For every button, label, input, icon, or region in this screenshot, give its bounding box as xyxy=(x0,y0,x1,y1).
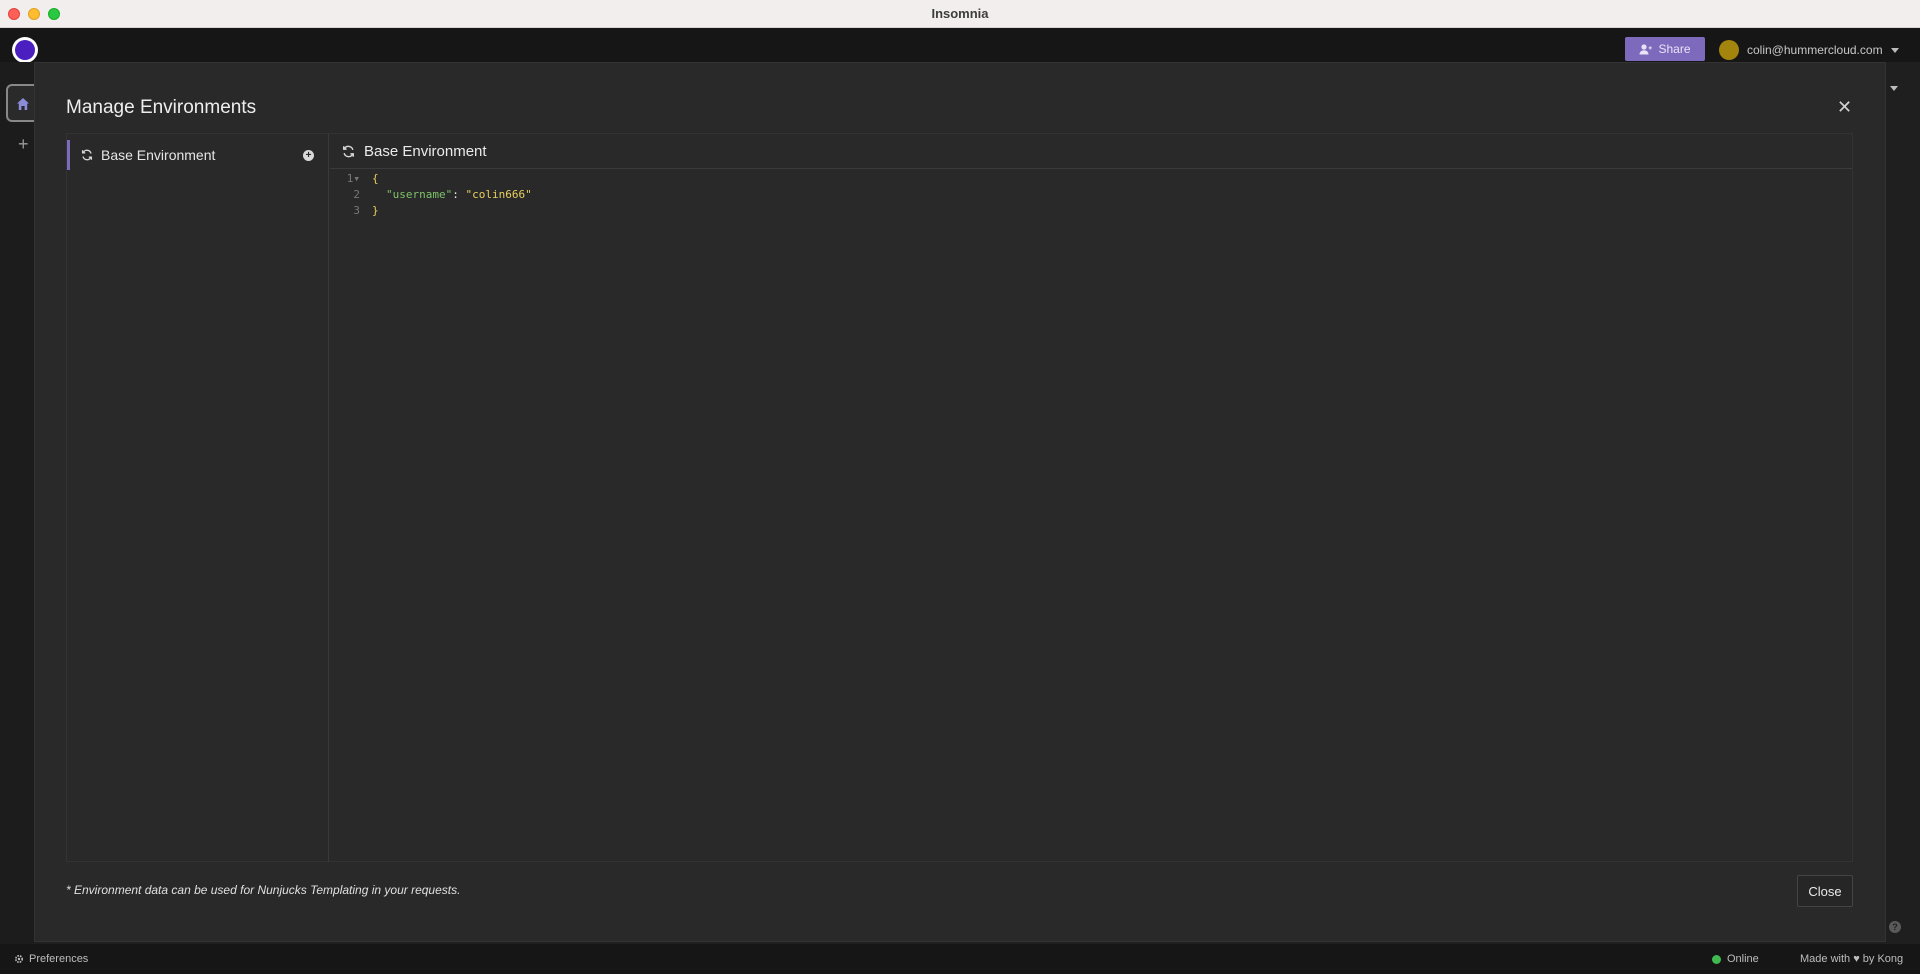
editor-header: Base Environment xyxy=(330,134,1852,169)
code-line: 3 } xyxy=(330,203,1852,219)
manage-environments-modal: Manage Environments ✕ Base Environment +… xyxy=(34,62,1886,942)
online-status: Online xyxy=(1712,953,1759,965)
sync-icon xyxy=(343,145,354,157)
json-separator: : xyxy=(452,188,466,201)
user-email: colin@hummercloud.com xyxy=(1747,43,1883,57)
preferences-button[interactable]: Preferences xyxy=(14,953,88,965)
modal-title: Manage Environments xyxy=(66,97,257,118)
code-line: 1▾ { xyxy=(330,171,1852,187)
json-brace-close: } xyxy=(372,204,379,217)
made-with-text[interactable]: Made with ♥ by Kong xyxy=(1800,953,1903,965)
plus-icon[interactable]: + xyxy=(18,134,29,155)
online-indicator-icon xyxy=(1712,954,1721,964)
share-label: Share xyxy=(1658,42,1691,56)
editor-title: Base Environment xyxy=(364,142,487,160)
preferences-label: Preferences xyxy=(29,953,89,965)
close-button[interactable]: Close xyxy=(1797,875,1853,907)
add-user-icon xyxy=(1639,43,1653,55)
code-line: 2 "username": "colin666" xyxy=(330,187,1852,203)
json-value: "colin666" xyxy=(465,188,532,201)
help-icon[interactable]: ? xyxy=(1889,921,1901,933)
environment-editor: Base Environment 1▾ { 2 "username": "col… xyxy=(330,134,1852,861)
window-title: Insomnia xyxy=(931,6,989,21)
fold-icon[interactable]: ▾ xyxy=(353,172,360,185)
sidebar-item-label: Base Environment xyxy=(101,147,216,163)
line-number: 2 xyxy=(353,188,360,201)
json-brace-open: { xyxy=(372,172,379,185)
sync-icon xyxy=(81,149,93,161)
environment-panel: Base Environment + Base Environment 1▾ {… xyxy=(66,133,1853,862)
left-sidebar-strip xyxy=(0,62,34,944)
insomnia-logo-icon[interactable] xyxy=(12,37,38,63)
chevron-down-icon[interactable] xyxy=(1890,86,1898,91)
json-code-editor[interactable]: 1▾ { 2 "username": "colin666" 3 } xyxy=(330,171,1852,861)
sidebar-item-base-environment[interactable]: Base Environment + xyxy=(67,140,328,170)
json-key: "username" xyxy=(386,188,453,201)
close-icon[interactable]: ✕ xyxy=(1837,97,1852,118)
footer-note: * Environment data can be used for Nunju… xyxy=(66,883,461,897)
add-sub-environment-icon[interactable]: + xyxy=(303,150,314,161)
line-number: 3 xyxy=(353,204,360,217)
window-titlebar: Insomnia xyxy=(0,0,1920,28)
environment-sidebar: Base Environment + xyxy=(67,134,329,861)
share-button[interactable]: Share xyxy=(1625,37,1705,61)
home-icon xyxy=(17,98,29,110)
online-label: Online xyxy=(1727,953,1759,965)
avatar xyxy=(1719,40,1739,60)
user-menu[interactable]: colin@hummercloud.com xyxy=(1719,39,1899,61)
gear-icon xyxy=(14,954,24,964)
status-bar: Preferences Online Made with ♥ by Kong xyxy=(0,944,1920,974)
chevron-down-icon xyxy=(1890,47,1899,53)
